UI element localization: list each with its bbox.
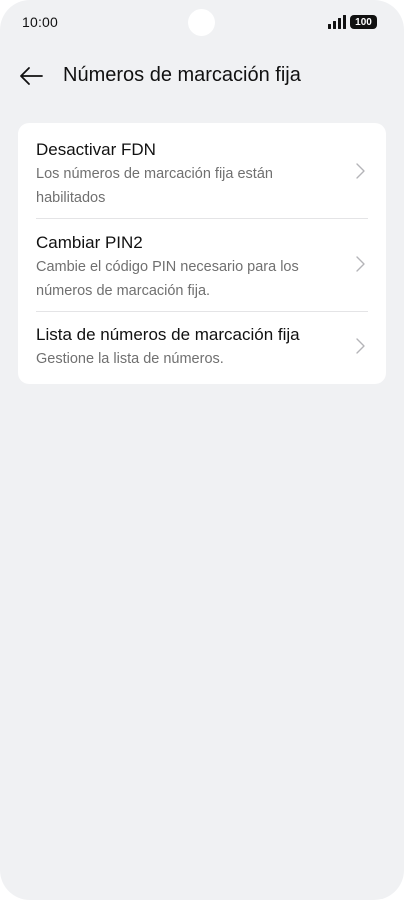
settings-card: Desactivar FDN Los números de marcación … (18, 123, 386, 384)
chevron-right-icon (356, 256, 365, 272)
chevron-right-icon (356, 163, 365, 179)
list-item-lista-numeros[interactable]: Lista de números de marcación fija Gesti… (18, 312, 386, 384)
list-item-cambiar-pin2[interactable]: Cambiar PIN2 Cambie el código PIN necesa… (18, 219, 386, 311)
arrow-left-icon (20, 67, 43, 85)
list-item-subtitle: Gestione la lista de números. (36, 351, 224, 367)
list-item-title: Cambiar PIN2 (36, 233, 143, 252)
status-time: 10:00 (22, 14, 59, 30)
list-item-subtitle: Los números de marcación fija están habi… (36, 166, 273, 206)
list-item-subtitle: Cambie el código PIN necesario para los … (36, 259, 299, 299)
chevron-right-icon (356, 338, 365, 354)
back-button[interactable] (14, 60, 48, 92)
header: Números de marcación fija (0, 52, 404, 100)
signal-bars-icon (328, 15, 346, 29)
status-bar: 10:00 100 (0, 0, 404, 46)
list-item-title: Desactivar FDN (36, 140, 156, 159)
screen: 10:00 100 Números de marcación fija Desa… (0, 0, 404, 900)
page-title: Números de marcación fija (63, 64, 301, 86)
list-item-title: Lista de números de marcación fija (36, 325, 300, 344)
list-item-desactivar-fdn[interactable]: Desactivar FDN Los números de marcación … (18, 123, 386, 218)
battery-indicator: 100 (350, 15, 377, 29)
front-camera-cutout (188, 9, 215, 36)
